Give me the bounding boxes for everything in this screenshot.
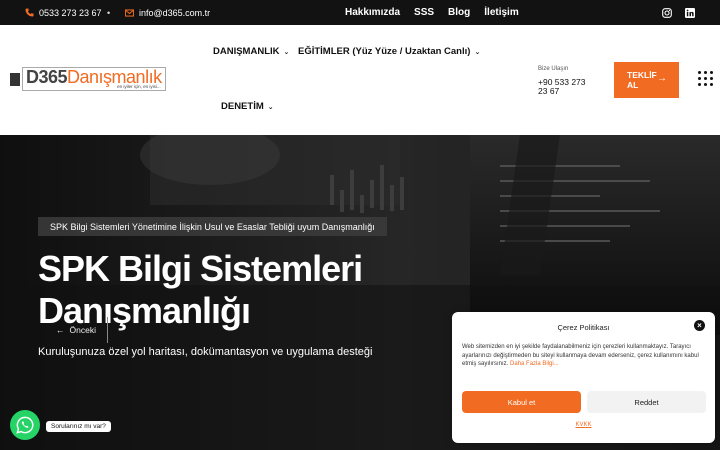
- nav-danismanlik[interactable]: DANIŞMANLIK ⌄: [213, 46, 289, 57]
- chevron-down-icon: ⌄: [267, 103, 274, 111]
- topbar-phone[interactable]: 0533 273 23 67: [25, 0, 102, 25]
- linkedin-icon[interactable]: [685, 7, 695, 18]
- header-contact[interactable]: Bize Ulaşın +90 533 273 23 67: [538, 65, 596, 96]
- arrow-right-icon: →: [657, 73, 667, 84]
- nav-danismanlik-label: DANIŞMANLIK: [213, 46, 280, 57]
- topbar-nav-contact[interactable]: İletişim: [484, 7, 518, 18]
- close-icon[interactable]: ×: [694, 320, 705, 331]
- topbar-nav: Hakkımızda SSS Blog İletişim: [345, 0, 519, 25]
- main-header: D365 Danışmanlık en iyiler için, en iyis…: [0, 25, 720, 135]
- topbar-email[interactable]: info@d365.com.tr: [125, 0, 210, 25]
- cookie-title: Çerez Politikası: [557, 323, 610, 332]
- topbar-nav-faq[interactable]: SSS: [414, 7, 434, 18]
- topbar-separator: •: [107, 7, 111, 18]
- social-links: [662, 0, 695, 25]
- site-logo[interactable]: D365 Danışmanlık en iyiler için, en iyis…: [10, 67, 166, 91]
- kvkk-link[interactable]: KVKK: [452, 422, 715, 428]
- whatsapp-tooltip: Sorularınız mı var?: [46, 421, 111, 432]
- instagram-icon[interactable]: [662, 7, 672, 18]
- topbar-nav-about[interactable]: Hakkımızda: [345, 7, 400, 18]
- quote-button[interactable]: TEKLİF AL →: [614, 62, 679, 98]
- contact-phone: +90 533 273 23 67: [538, 77, 586, 96]
- previous-link[interactable]: ← Önceki: [56, 325, 96, 335]
- topbar-nav-blog[interactable]: Blog: [448, 7, 470, 18]
- previous-label: Önceki: [69, 325, 96, 335]
- divider: [107, 317, 108, 343]
- nav-egitimler[interactable]: EĞİTİMLER (Yüz Yüze / Uzaktan Canlı) ⌄: [298, 46, 480, 57]
- hero-subtitle: Kuruluşunuza özel yol haritası, dokümant…: [38, 346, 373, 358]
- chevron-down-icon: ⌄: [283, 48, 290, 56]
- topbar-email-text: info@d365.com.tr: [139, 7, 211, 18]
- whatsapp-icon: [16, 416, 34, 434]
- contact-label: Bize Ulaşın: [538, 66, 569, 72]
- nav-egitimler-label: EĞİTİMLER (Yüz Yüze / Uzaktan Canlı): [298, 46, 471, 57]
- whatsapp-button[interactable]: [10, 410, 40, 440]
- logo-mark: [10, 72, 20, 86]
- nav-denetim[interactable]: DENETİM ⌄: [221, 101, 274, 112]
- arrow-left-icon: ←: [56, 325, 65, 335]
- cookie-text: Web sitemizden en iyi şekilde faydalanab…: [462, 343, 707, 369]
- logo-box: D365 Danışmanlık en iyiler için, en iyis…: [22, 67, 166, 91]
- grid-menu-icon[interactable]: [698, 71, 714, 87]
- top-bar: 0533 273 23 67 • info@d365.com.tr Hakkım…: [0, 0, 720, 25]
- cookie-banner: Çerez Politikası × Web sitemizden en iyi…: [452, 312, 715, 443]
- quote-button-label: TEKLİF AL: [627, 70, 657, 90]
- chevron-down-icon: ⌄: [474, 48, 481, 56]
- logo-brand: D365: [26, 67, 68, 87]
- hero-breadcrumb-text: SPK Bilgi Sistemleri Yönetimine İlişkin …: [50, 221, 375, 232]
- hero-breadcrumb: SPK Bilgi Sistemleri Yönetimine İlişkin …: [38, 217, 387, 236]
- page-title: SPK Bilgi Sistemleri Danışmanlığı: [38, 248, 363, 331]
- cookie-deny-button[interactable]: Reddet: [587, 391, 706, 413]
- nav-denetim-label: DENETİM: [221, 101, 264, 112]
- topbar-phone-text: 0533 273 23 67: [39, 7, 102, 18]
- mail-icon: [125, 8, 134, 17]
- cookie-accept-button[interactable]: Kabul et: [462, 391, 581, 413]
- cookie-more-link[interactable]: Daha Fazla Bilgi...: [510, 361, 559, 367]
- logo-tagline: en iyiler için, en iyisi...: [117, 84, 161, 89]
- phone-icon: [25, 8, 34, 17]
- cookie-body: Web sitemizden en iyi şekilde faydalanab…: [462, 344, 699, 367]
